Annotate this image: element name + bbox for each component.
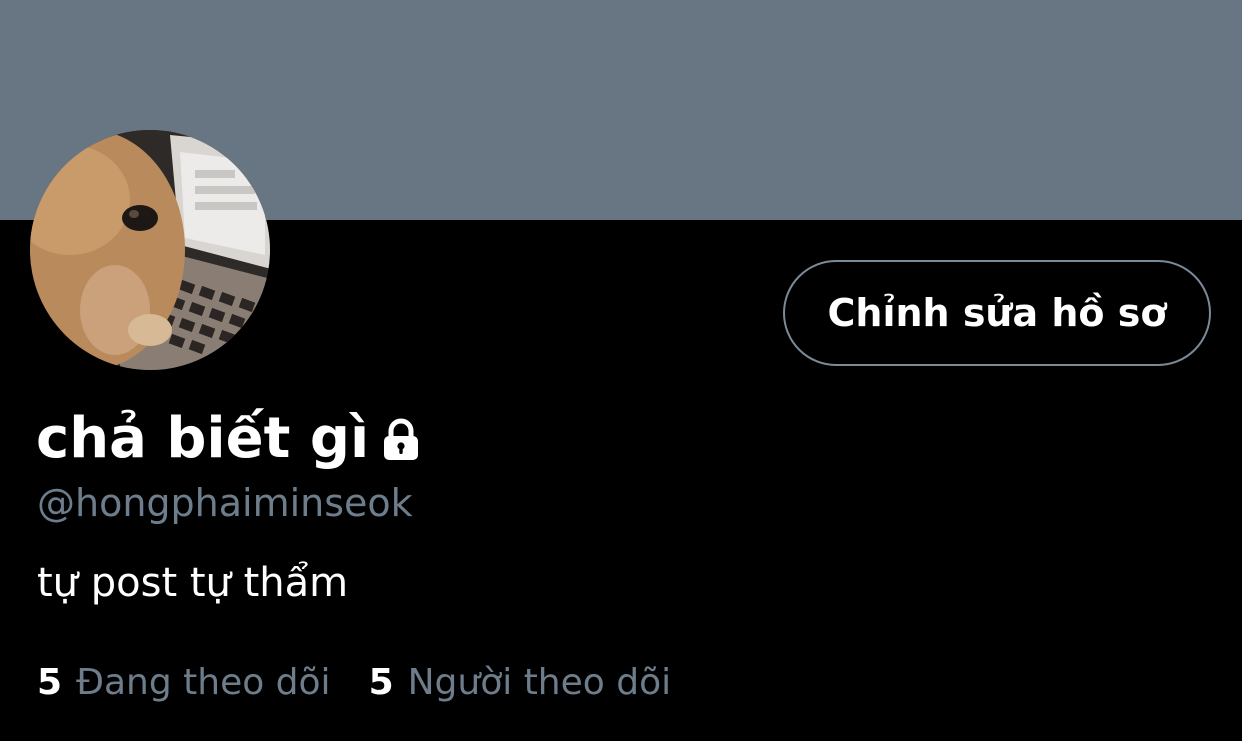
following-label: Đang theo dõi [76, 662, 331, 703]
edit-profile-button[interactable]: Chỉnh sửa hồ sơ [783, 260, 1211, 366]
followers-label: Người theo dõi [407, 662, 672, 703]
following-link[interactable]: 5 Đang theo dõi [37, 658, 331, 708]
follow-stats: 5 Đang theo dõi 5 Người theo dõi [37, 658, 671, 708]
profile-handle: @hongphaiminseok [37, 481, 413, 525]
profile-bio: tự post tự thẩm [37, 560, 349, 606]
lock-icon [377, 416, 425, 468]
display-name: chả biết gì [36, 406, 370, 471]
profile-page: Chỉnh sửa hồ sơ chả biết gì @hongphaimin… [0, 0, 1242, 741]
profile-name-row: chả biết gì [36, 404, 425, 474]
followers-count: 5 [368, 662, 394, 703]
avatar[interactable] [30, 130, 270, 370]
following-count: 5 [37, 662, 63, 703]
followers-link[interactable]: 5 Người theo dõi [369, 658, 672, 708]
